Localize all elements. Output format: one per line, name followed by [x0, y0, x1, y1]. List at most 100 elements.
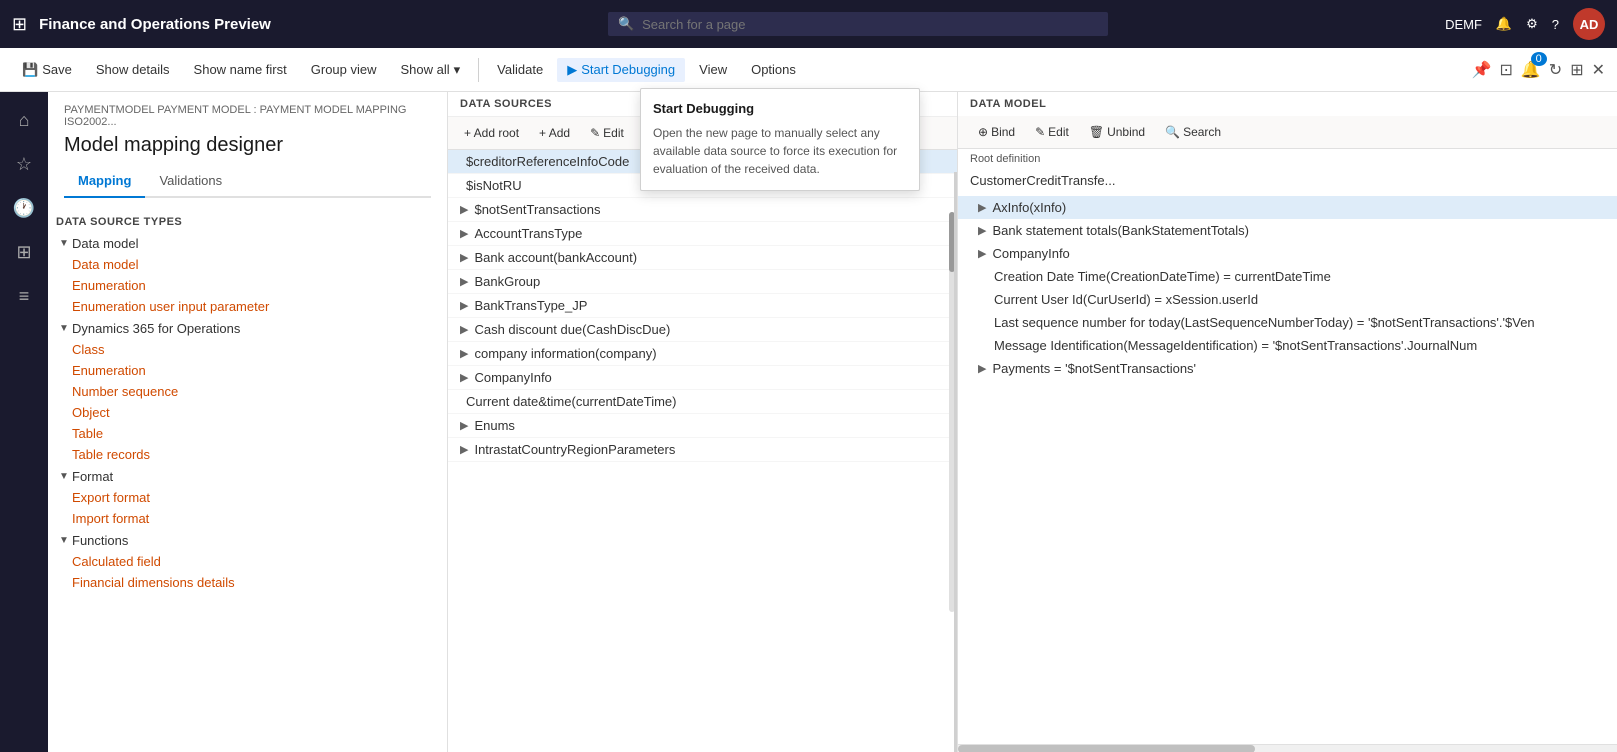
ds-item-bank-account[interactable]: ▶ Bank account(bankAccount) — [448, 246, 957, 270]
tree-item-enumeration-user[interactable]: Enumeration user input parameter — [48, 296, 447, 317]
dm-scrollbar[interactable] — [958, 744, 1617, 752]
top-bar-right: DEMF 🔔 ⚙ ? AD — [1445, 8, 1605, 40]
add-button[interactable]: + Add — [531, 123, 578, 143]
tree-item-calculated-field[interactable]: Calculated field — [48, 551, 447, 572]
tree-item-table[interactable]: Table — [48, 423, 447, 444]
tabs: Mapping Validations — [64, 165, 431, 198]
tree-item-format-parent[interactable]: ▼ Format — [48, 465, 447, 487]
validate-button[interactable]: Validate — [487, 58, 553, 81]
pin-icon[interactable]: 📌 — [1472, 60, 1492, 80]
right-panel: DATA MODEL ⊕ Bind ✎ Edit 🗑 Unbind 🔍 Sear… — [958, 92, 1617, 752]
group-view-button[interactable]: Group view — [301, 58, 387, 81]
edit-ds-button[interactable]: ✎ Edit — [582, 123, 632, 143]
tree-item-financial-dimensions[interactable]: Financial dimensions details — [48, 572, 447, 593]
view-button[interactable]: View — [689, 58, 737, 81]
edit-dm-button[interactable]: ✎ Edit — [1027, 122, 1077, 142]
open-icon[interactable]: ⊞ — [1570, 60, 1583, 80]
tree-item-data-model[interactable]: Data model — [48, 254, 447, 275]
expand-icon[interactable]: ⊡ — [1499, 60, 1512, 80]
search-dm-icon: 🔍 — [1165, 125, 1180, 139]
nav-star[interactable]: ☆ — [4, 144, 44, 184]
tree-item-number-sequence[interactable]: Number sequence — [48, 381, 447, 402]
search-icon: 🔍 — [618, 16, 634, 32]
ds-item-company-info-2[interactable]: ▶ CompanyInfo — [448, 366, 957, 390]
options-button[interactable]: Options — [741, 58, 806, 81]
ds-item-notsent[interactable]: ▶ $notSentTransactions — [448, 198, 957, 222]
ds-item-bank-group[interactable]: ▶ BankGroup — [448, 270, 957, 294]
expand-format[interactable]: ▼ — [56, 468, 72, 484]
ds-item-cash-discount[interactable]: ▶ Cash discount due(CashDiscDue) — [448, 318, 957, 342]
tree-item-enumeration[interactable]: Enumeration — [48, 275, 447, 296]
bell-icon[interactable]: 🔔 — [1496, 16, 1512, 32]
help-icon[interactable]: ? — [1552, 17, 1559, 32]
ds-item-enums[interactable]: ▶ Enums — [448, 414, 957, 438]
close-icon[interactable]: ✕ — [1592, 60, 1605, 80]
search-dm-button[interactable]: 🔍 Search — [1157, 122, 1229, 142]
bind-button[interactable]: ⊕ Bind — [970, 122, 1023, 142]
expand-bank-group: ▶ — [460, 275, 468, 288]
show-details-button[interactable]: Show details — [86, 58, 180, 81]
ds-item-current-datetime[interactable]: Current date&time(currentDateTime) — [448, 390, 957, 414]
tree-item-d365-parent[interactable]: ▼ Dynamics 365 for Operations — [48, 317, 447, 339]
datasource-section: DATA SOURCE TYPES ▼ Data model Data mode… — [48, 204, 447, 752]
toolbar-right: 📌 ⊡ 0🔔 ↻ ⊞ ✕ — [1472, 60, 1605, 80]
dm-toolbar: ⊕ Bind ✎ Edit 🗑 Unbind 🔍 Search — [958, 116, 1617, 149]
unbind-button[interactable]: 🗑 Unbind — [1081, 122, 1153, 142]
tree-item-class[interactable]: Class — [48, 339, 447, 360]
expand-axinfo: ▶ — [978, 201, 986, 214]
left-panel: PAYMENTMODEL PAYMENT MODEL : PAYMENT MOD… — [48, 92, 448, 752]
expand-company-info: ▶ — [460, 347, 468, 360]
expand-functions[interactable]: ▼ — [56, 532, 72, 548]
dm-item-axinfo[interactable]: ▶ AxInfo(xInfo) — [958, 196, 1617, 219]
nav-grid[interactable]: ⊞ — [4, 232, 44, 272]
nav-recent[interactable]: 🕐 — [4, 188, 44, 228]
show-name-first-button[interactable]: Show name first — [184, 58, 297, 81]
dm-item-companyinfo[interactable]: ▶ CompanyInfo — [958, 242, 1617, 265]
search-box[interactable]: 🔍 — [608, 12, 1108, 36]
tree-item-functions-parent[interactable]: ▼ Functions — [48, 529, 447, 551]
tree-item-export-format[interactable]: Export format — [48, 487, 447, 508]
unbind-icon: 🗑 — [1089, 125, 1104, 139]
tab-validations[interactable]: Validations — [145, 165, 236, 198]
debug-icon: ▶ — [567, 62, 577, 78]
badge-icon[interactable]: 0🔔 — [1521, 60, 1541, 80]
search-input[interactable] — [642, 17, 1098, 32]
start-debugging-button[interactable]: ▶ Start Debugging — [557, 58, 685, 82]
tree-item-enumeration-2[interactable]: Enumeration — [48, 360, 447, 381]
ds-item-bank-trans[interactable]: ▶ BankTransType_JP — [448, 294, 957, 318]
tree-item-object[interactable]: Object — [48, 402, 447, 423]
nav-list[interactable]: ≡ — [4, 276, 44, 316]
expand-cash-discount: ▶ — [460, 323, 468, 336]
save-button[interactable]: 💾 Save — [12, 58, 82, 82]
ds-item-account-trans[interactable]: ▶ AccountTransType — [448, 222, 957, 246]
expand-d365[interactable]: ▼ — [56, 320, 72, 336]
dm-scrollbar-thumb[interactable] — [958, 745, 1255, 752]
dm-item-last-sequence[interactable]: Last sequence number for today(LastSeque… — [958, 311, 1617, 334]
avatar[interactable]: AD — [1573, 8, 1605, 40]
nav-home[interactable]: ⌂ — [4, 100, 44, 140]
left-nav: ⌂ ☆ 🕐 ⊞ ≡ — [0, 92, 48, 752]
ds-item-intrastat[interactable]: ▶ IntrastatCountryRegionParameters — [448, 438, 957, 462]
tree-item-data-model-parent[interactable]: ▼ Data model — [48, 232, 447, 254]
dm-item-current-user[interactable]: Current User Id(CurUserId) = xSession.us… — [958, 288, 1617, 311]
dm-item-bank-statement[interactable]: ▶ Bank statement totals(BankStatementTot… — [958, 219, 1617, 242]
dm-item-creation-date[interactable]: Creation Date Time(CreationDateTime) = c… — [958, 265, 1617, 288]
settings-icon[interactable]: ⚙ — [1526, 16, 1538, 32]
save-icon: 💾 — [22, 62, 38, 78]
middle-splitter[interactable] — [954, 172, 957, 752]
ds-item-company-info[interactable]: ▶ company information(company) — [448, 342, 957, 366]
refresh-icon[interactable]: ↻ — [1549, 60, 1562, 80]
expand-data-model[interactable]: ▼ — [56, 235, 72, 251]
tooltip-popup: Start Debugging Open the new page to man… — [640, 88, 920, 191]
dm-item-message-id[interactable]: Message Identification(MessageIdentifica… — [958, 334, 1617, 357]
dm-item-payments[interactable]: ▶ Payments = '$notSentTransactions' — [958, 357, 1617, 380]
show-all-button[interactable]: Show all ▾ — [391, 58, 471, 82]
tab-mapping[interactable]: Mapping — [64, 165, 145, 198]
tree-item-table-records[interactable]: Table records — [48, 444, 447, 465]
main-content: PAYMENTMODEL PAYMENT MODEL : PAYMENT MOD… — [48, 92, 1617, 752]
grid-icon[interactable]: ⊞ — [12, 14, 27, 35]
bind-icon: ⊕ — [978, 125, 988, 139]
expand-companyinfo: ▶ — [978, 247, 986, 260]
add-root-button[interactable]: + Add root — [456, 123, 527, 143]
tree-item-import-format[interactable]: Import format — [48, 508, 447, 529]
